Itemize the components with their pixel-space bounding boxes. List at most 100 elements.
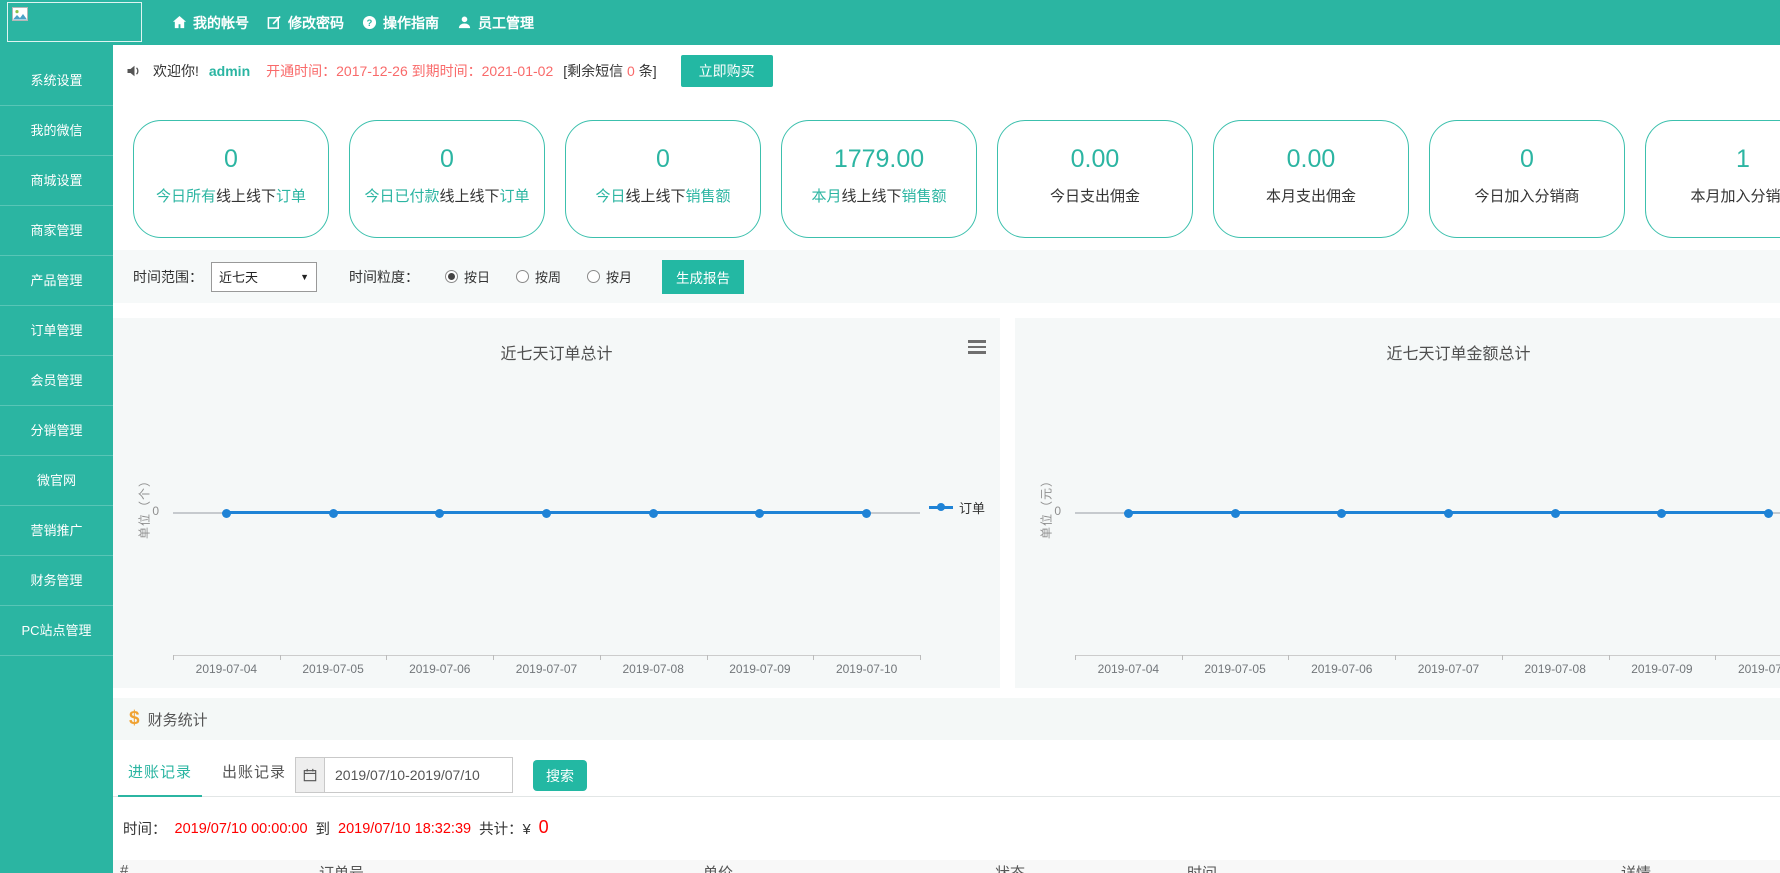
help-icon: ? [362, 15, 377, 30]
x-axis-tick [1502, 655, 1503, 660]
report-filter-bar: 时间范围： 近七天 ▼ 时间粒度： 按日 按周 按月 生成报告 [113, 250, 1780, 303]
nav-change-password[interactable]: 修改密码 [267, 13, 344, 33]
order-amount-chart-panel: 近七天订单金额总计 单位（元） 0 2019-07-042019-07-0520… [1015, 318, 1780, 688]
generate-report-button[interactable]: 生成报告 [662, 260, 744, 294]
x-axis-tick [1715, 655, 1716, 660]
tab-income-records[interactable]: 进账记录 [118, 750, 202, 797]
radio-by-day[interactable]: 按日 [445, 267, 490, 286]
sidebar-item-system[interactable]: 系统设置 [0, 56, 113, 106]
radio-by-week[interactable]: 按周 [516, 267, 561, 286]
search-button[interactable]: 搜索 [533, 760, 587, 791]
data-point [329, 509, 338, 518]
summary-total-label: 共计：¥ [479, 818, 531, 839]
radio-by-month[interactable]: 按月 [587, 267, 632, 286]
select-arrow-icon: ▼ [300, 272, 309, 282]
stat-value: 0 [350, 145, 544, 174]
stat-card-today-distributors: 0 今日加入分销商 [1429, 120, 1625, 238]
stat-label: 本月线上线下销售额 [782, 185, 976, 206]
welcome-username: admin [209, 63, 250, 79]
sidebar-item-wechat[interactable]: 我的微信 [0, 106, 113, 156]
sidebar-item-finance[interactable]: 财务管理 [0, 556, 113, 606]
nav-guide[interactable]: ? 操作指南 [362, 13, 439, 33]
dashboard-page: 我的帐号 修改密码 ? 操作指南 员工管理 系统设置 我的微信 商城设置 商家管… [0, 0, 1780, 873]
orders-chart-panel: 近七天订单总计 单位（个） 0 订单 2019-07-042019-07-052… [113, 318, 1000, 688]
x-axis-tick [707, 655, 708, 660]
column-header-price: 单价 [703, 862, 733, 873]
sidebar-item-distribution[interactable]: 分销管理 [0, 406, 113, 456]
sidebar-item-merchant[interactable]: 商家管理 [0, 206, 113, 256]
stat-card-month-sales: 1779.00 本月线上线下销售额 [781, 120, 977, 238]
finance-section-title: 财务统计 [148, 709, 208, 730]
chart-toolbox-icon[interactable] [968, 340, 986, 357]
x-axis-tick [493, 655, 494, 660]
column-header-time: 时间 [1187, 862, 1217, 873]
legend-marker-icon [929, 506, 953, 509]
svg-text:?: ? [367, 18, 373, 28]
data-point [222, 509, 231, 518]
finance-section-header: $ 财务统计 [113, 698, 1780, 740]
data-point [755, 509, 764, 518]
sidebar-item-marketing[interactable]: 营销推广 [0, 506, 113, 556]
stat-value: 0 [134, 145, 328, 174]
radio-icon [587, 270, 600, 283]
data-point [1657, 509, 1666, 518]
chart-legend[interactable]: 订单 [929, 498, 985, 517]
time-summary-row: 时间： 2019/07/10 00:00:00 到 2019/07/10 18:… [123, 818, 549, 839]
nav-staff[interactable]: 员工管理 [457, 13, 534, 33]
x-axis-tick [600, 655, 601, 660]
stat-label: 今日线上线下销售额 [566, 185, 760, 206]
stat-value: 1 [1646, 145, 1780, 174]
chart-title: 近七天订单金额总计 [1015, 340, 1780, 364]
tab-outgoing-records[interactable]: 出账记录 [212, 750, 296, 795]
x-axis-tick [1075, 655, 1076, 660]
stat-label: 今日所有线上线下订单 [134, 185, 328, 206]
time-range-select[interactable]: 近七天 ▼ [211, 262, 317, 292]
summary-end-time: 2019/07/10 18:32:39 [338, 821, 471, 837]
dollar-icon: $ [129, 708, 140, 730]
top-navigation: 我的帐号 修改密码 ? 操作指南 员工管理 [172, 0, 534, 45]
stat-card-today-orders: 0 今日所有线上线下订单 [133, 120, 329, 238]
stat-value: 1779.00 [782, 145, 976, 174]
sidebar-item-order[interactable]: 订单管理 [0, 306, 113, 356]
date-range-group [295, 757, 513, 793]
sidebar-item-mall[interactable]: 商城设置 [0, 156, 113, 206]
x-axis-label: 2019-07-06 [386, 662, 493, 676]
stat-label: 今日已付款线上线下订单 [350, 185, 544, 206]
sidebar-item-member[interactable]: 会员管理 [0, 356, 113, 406]
data-point [862, 509, 871, 518]
x-axis-tick [920, 655, 921, 660]
column-header-index: # [120, 862, 128, 873]
sms-remaining: [剩余短信 0 条] [563, 61, 656, 81]
x-axis-label: 2019-07-04 [1075, 662, 1182, 676]
calendar-icon [303, 768, 317, 782]
data-point [1231, 509, 1240, 518]
data-point [542, 509, 551, 518]
y-axis-tick: 0 [143, 504, 159, 518]
column-header-detail: 详情 [1621, 862, 1651, 873]
speaker-icon [125, 63, 143, 79]
x-axis-tick [1182, 655, 1183, 660]
logo-placeholder [7, 2, 142, 42]
sidebar-item-pc-site[interactable]: PC站点管理 [0, 606, 113, 656]
nav-label: 操作指南 [383, 13, 439, 33]
x-axis-label: 2019-07-04 [173, 662, 280, 676]
nav-my-account[interactable]: 我的帐号 [172, 13, 249, 33]
sidebar-item-product[interactable]: 产品管理 [0, 256, 113, 306]
stat-cards-row: 0 今日所有线上线下订单 0 今日已付款线上线下订单 0 今日线上线下销售额 1… [133, 120, 1780, 240]
x-axis-label: 2019-07-09 [707, 662, 814, 676]
summary-label: 时间： [123, 818, 167, 839]
x-axis-label: 2019-07-09 [1609, 662, 1716, 676]
stat-card-month-commission: 0.00 本月支出佣金 [1213, 120, 1409, 238]
welcome-bar: 欢迎你! admin 开通时间：2017-12-26 到期时间：2021-01-… [113, 45, 1780, 97]
buy-now-button[interactable]: 立即购买 [681, 55, 773, 87]
calendar-addon[interactable] [295, 757, 325, 793]
time-range-value: 近七天 [219, 267, 258, 286]
legend-label: 订单 [959, 498, 985, 517]
data-point [1551, 509, 1560, 518]
sidebar-item-microsite[interactable]: 微官网 [0, 456, 113, 506]
x-axis-line [173, 655, 920, 656]
edit-icon [267, 15, 282, 30]
date-range-input[interactable] [325, 757, 513, 793]
sms-count: 0 [627, 63, 635, 79]
x-axis-tick [386, 655, 387, 660]
